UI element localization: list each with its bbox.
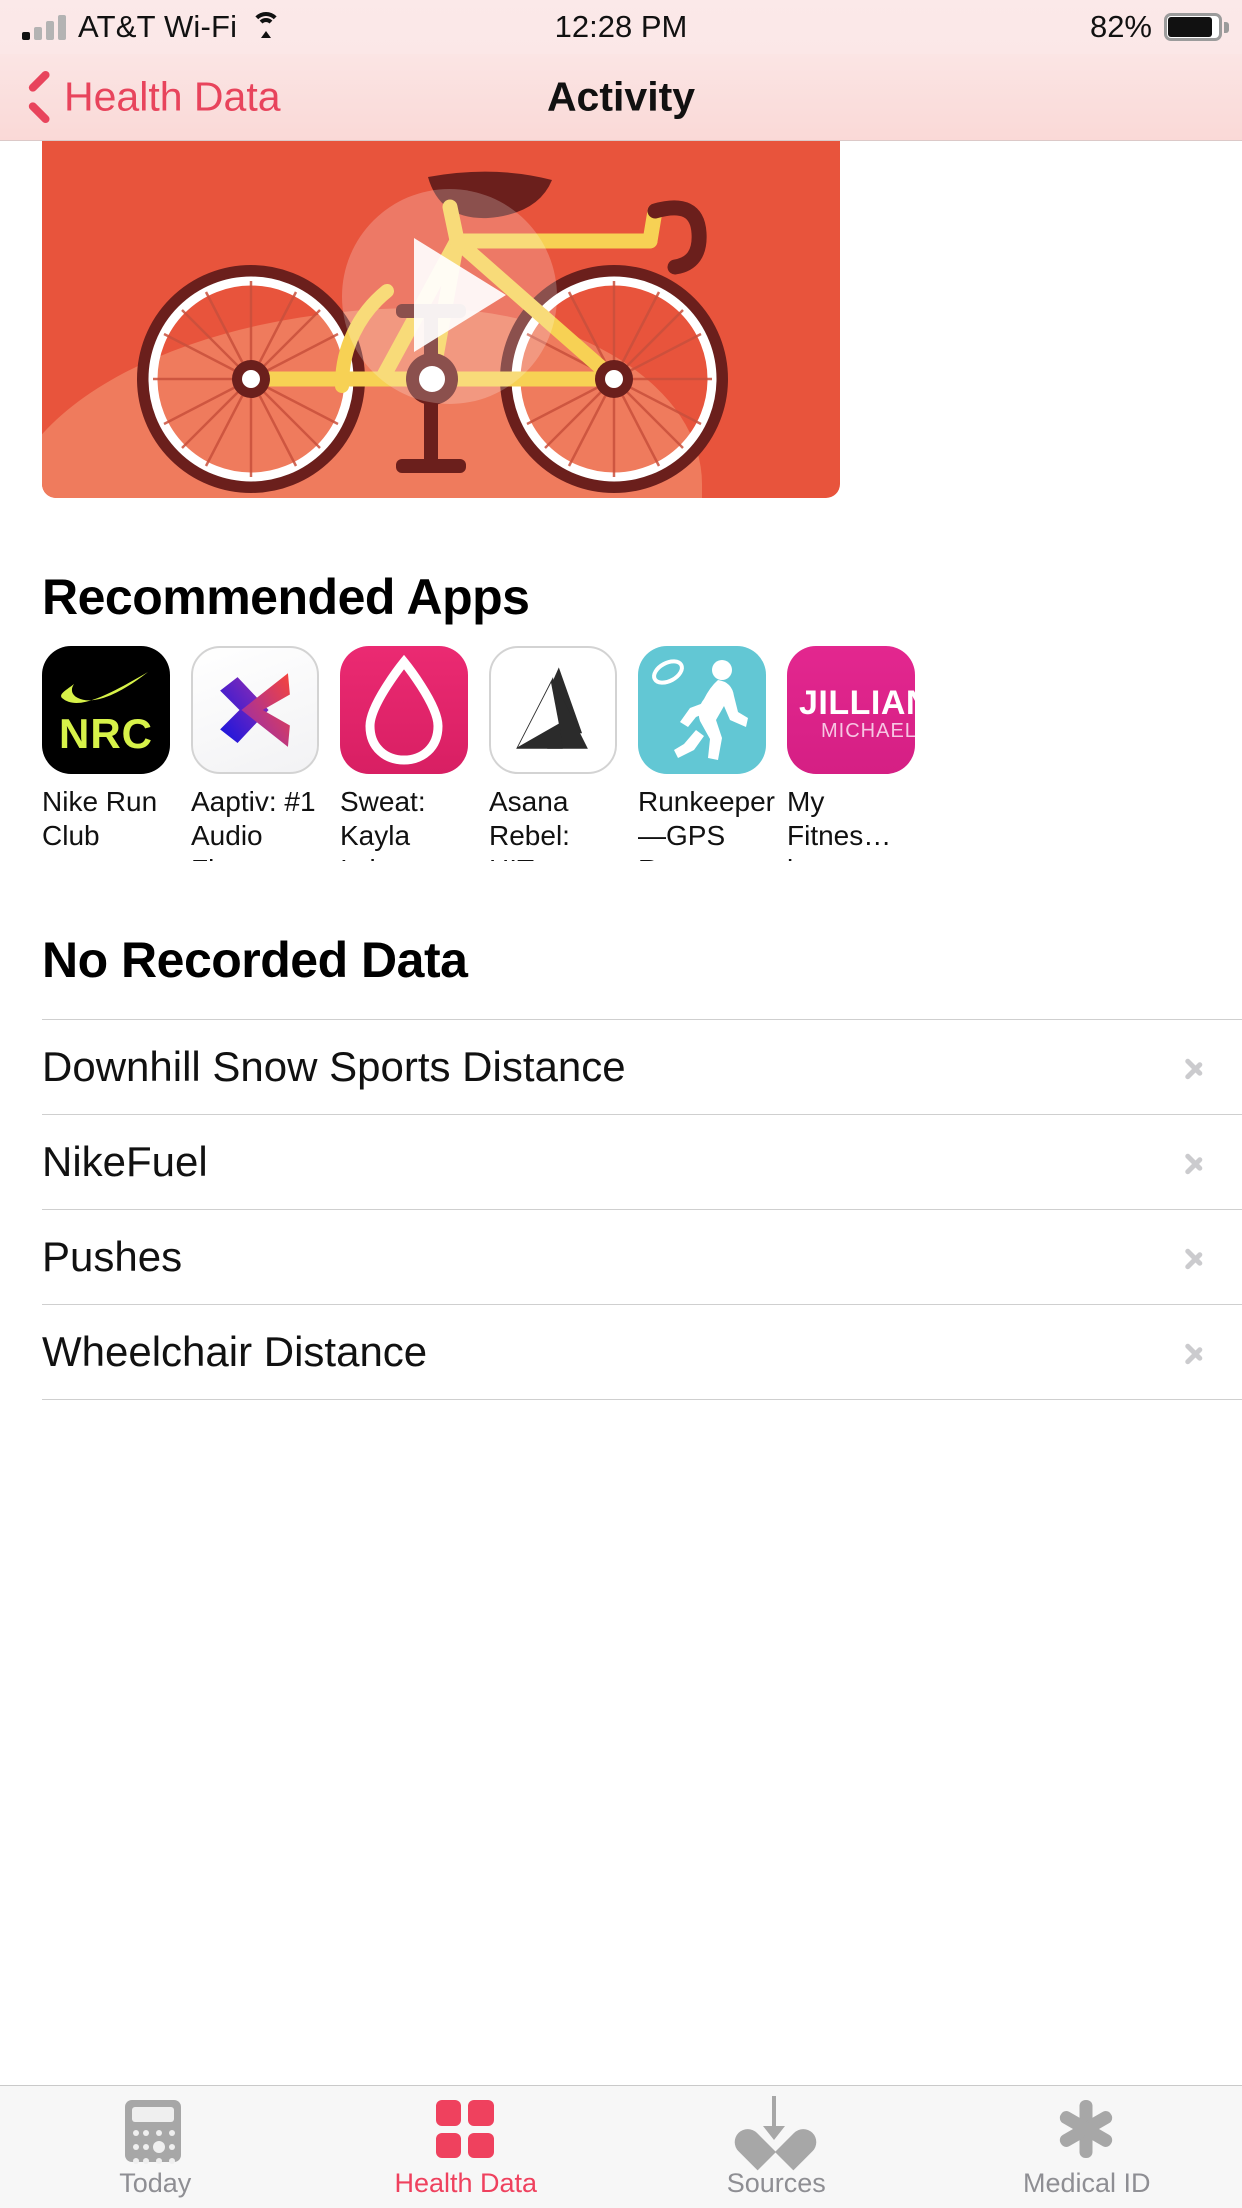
tab-medical-id[interactable]: Medical ID (932, 2086, 1242, 2208)
tab-label: Today (119, 2168, 192, 2198)
list-item-label: Pushes (42, 1233, 183, 1280)
tab-health-data[interactable]: Health Data (311, 2086, 622, 2208)
nrc-label: NRC (59, 710, 153, 757)
app-name-label: Aaptiv: #1 Audio Fitn… (191, 786, 316, 861)
running-person-glyph (652, 659, 748, 760)
app-name-label: Sweat: Kayla Itsin… (340, 786, 426, 861)
app-cell-jillian-michaels[interactable]: JILLIAN MICHAELS My Fitnes… by Jillian… (787, 646, 915, 861)
asana-mountain-glyph (516, 667, 588, 749)
jillian-wordmark: JILLIAN (799, 684, 915, 722)
chevron-right-icon (1186, 1337, 1202, 1367)
list-item-label: Downhill Snow Sports Distance (42, 1043, 626, 1090)
list-item-label: NikeFuel (42, 1138, 208, 1185)
recommended-apps-row[interactable]: NRC Nike Run Club Aaptiv: #1 Audio Sweat… (0, 646, 1242, 861)
nike-swoosh-glyph (61, 672, 148, 703)
tab-label: Health Data (394, 2168, 538, 2198)
scroll-content: Recommended Apps NRC Nike Run Club Aapti… (0, 141, 1242, 2085)
runkeeper-icon[interactable] (638, 646, 766, 774)
today-calculator-icon (125, 2100, 185, 2164)
status-bar-right: 82% (1089, 9, 1229, 45)
battery-percent-label: 82% (1089, 9, 1152, 44)
list-item[interactable]: NikeFuel (0, 1115, 1242, 1209)
water-drop-glyph (365, 654, 443, 765)
aaptiv-glyph (220, 673, 290, 747)
sweat-icon[interactable] (340, 646, 468, 774)
app-cell-sweat[interactable]: Sweat: Kayla Itsin… (340, 646, 468, 861)
list-separator (42, 1399, 1242, 1400)
sources-heart-arrow-icon (746, 2096, 806, 2160)
navigation-bar: Health Data Activity (0, 54, 1242, 141)
app-name-label: Asana Rebel: HIT… (489, 786, 570, 861)
list-item[interactable]: Pushes (0, 1210, 1242, 1304)
app-name-label: Nike Run Club (42, 786, 158, 851)
recommended-apps-heading: Recommended Apps (42, 569, 530, 625)
no-recorded-data-heading: No Recorded Data (42, 932, 468, 988)
jillian-michaels-icon[interactable]: JILLIAN MICHAELS (787, 646, 915, 774)
battery-icon (1164, 13, 1229, 41)
health-data-grid-icon (435, 2100, 496, 2160)
michaels-wordmark: MICHAELS (821, 720, 915, 742)
app-cell-asana-rebel[interactable]: Asana Rebel: HIT… (489, 646, 617, 861)
medical-id-asterisk-icon (1057, 2100, 1117, 2160)
app-name-label: My Fitnes… by Jillian… (787, 786, 892, 861)
tab-label: Medical ID (1022, 2168, 1151, 2198)
app-cell-aaptiv[interactable]: Aaptiv: #1 Audio Fitn… (191, 646, 319, 861)
iphone-screen: AT&T Wi-Fi 12:28 PM 82% Health Data Acti… (0, 0, 1242, 2208)
clock-label: 12:28 PM (554, 9, 688, 44)
app-name-label: Runkeeper —GPS Ru… (638, 786, 775, 861)
play-icon[interactable] (414, 238, 506, 352)
no-recorded-data-list: Downhill Snow Sports Distance NikeFuel P… (0, 1019, 1242, 1400)
list-item[interactable]: Wheelchair Distance (0, 1305, 1242, 1399)
aaptiv-icon[interactable] (191, 646, 319, 774)
status-bar: AT&T Wi-Fi 12:28 PM 82% (0, 0, 1242, 54)
app-cell-runkeeper[interactable]: Runkeeper —GPS Ru… (638, 646, 775, 861)
tab-bar: Today Health Data Sources Medical ID (0, 2085, 1242, 2208)
chevron-right-icon (1186, 1242, 1202, 1272)
list-item[interactable]: Downhill Snow Sports Distance (0, 1020, 1242, 1114)
nike-run-club-icon[interactable]: NRC (42, 646, 170, 774)
chevron-right-icon (1186, 1147, 1202, 1177)
list-item-label: Wheelchair Distance (42, 1328, 428, 1375)
app-cell-nike-run-club[interactable]: NRC Nike Run Club (42, 646, 170, 861)
asana-rebel-icon[interactable] (489, 646, 617, 774)
tab-label: Sources (726, 2168, 826, 2198)
activity-video-card[interactable] (42, 141, 840, 498)
page-title: Activity (546, 73, 696, 120)
tab-today[interactable]: Today (0, 2086, 311, 2208)
chevron-right-icon (1186, 1052, 1202, 1082)
tab-sources[interactable]: Sources (621, 2086, 932, 2208)
